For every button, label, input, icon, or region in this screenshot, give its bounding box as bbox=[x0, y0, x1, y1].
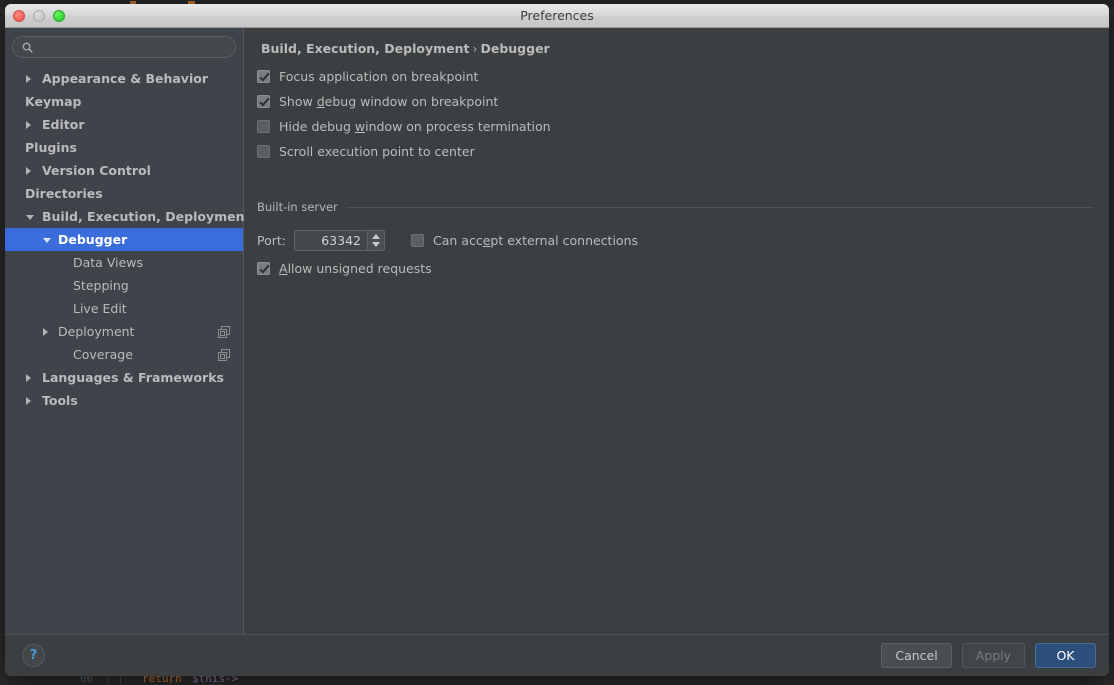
copy-settings-icon[interactable] bbox=[218, 325, 230, 338]
sidebar-item-label: Appearance & Behavior bbox=[42, 71, 208, 86]
allow-unsigned-checkbox-row[interactable]: Allow unsigned requests bbox=[257, 256, 432, 281]
checkbox-label: Scroll execution point to center bbox=[279, 144, 475, 159]
chevron-right-icon[interactable] bbox=[26, 166, 31, 175]
debugger-options-list: Focus application on breakpoint Show debu… bbox=[257, 64, 1097, 164]
sidebar-item-label: Debugger bbox=[58, 232, 128, 247]
breadcrumb-parent: Build, Execution, Deployment bbox=[261, 41, 470, 56]
checkbox-row[interactable]: Focus application on breakpoint bbox=[257, 64, 1097, 89]
checkbox-row[interactable]: Show debug window on breakpoint bbox=[257, 89, 1097, 114]
breadcrumb: Build, Execution, Deployment › Debugger bbox=[261, 41, 550, 56]
preferences-window: Preferences Appearance & Behavior Keymap E… bbox=[5, 4, 1109, 676]
breadcrumb-separator: › bbox=[472, 41, 478, 56]
checkbox-scroll-execution-point-to-center[interactable] bbox=[257, 145, 270, 158]
checkbox-label: Hide debug window on process termination bbox=[279, 119, 551, 134]
settings-sidebar: Appearance & Behavior Keymap Editor Plugins… bbox=[5, 28, 250, 634]
sidebar-item-tools[interactable]: Tools bbox=[5, 389, 243, 412]
sidebar-item-directories[interactable]: Directories bbox=[5, 182, 243, 205]
chevron-right-icon[interactable] bbox=[43, 327, 48, 336]
sidebar-item-build-execution-deployment[interactable]: Build, Execution, Deployment bbox=[5, 205, 250, 228]
port-stepper[interactable] bbox=[294, 230, 385, 251]
external-connections-label: Can accept external connections bbox=[433, 233, 639, 248]
sidebar-item-label: Languages & Frameworks bbox=[42, 370, 224, 385]
allow-unsigned-label: Allow unsigned requests bbox=[279, 261, 432, 276]
sidebar-item-plugins[interactable]: Plugins bbox=[5, 136, 243, 159]
copy-settings-icon[interactable] bbox=[218, 348, 230, 361]
window-title: Preferences bbox=[520, 8, 594, 23]
sidebar-item-live-edit[interactable]: Live Edit bbox=[5, 297, 243, 320]
help-button[interactable]: ? bbox=[22, 644, 45, 667]
sidebar-item-label: Data Views bbox=[73, 255, 143, 270]
external-connections-checkbox[interactable] bbox=[411, 234, 424, 247]
search-container bbox=[5, 28, 243, 64]
cancel-button[interactable]: Cancel bbox=[881, 643, 952, 668]
chevron-down-icon[interactable] bbox=[43, 237, 51, 243]
sidebar-item-label: Version Control bbox=[42, 163, 151, 178]
sidebar-item-label: Plugins bbox=[25, 140, 77, 155]
sidebar-item-label: Editor bbox=[42, 117, 85, 132]
chevron-right-icon[interactable] bbox=[26, 396, 31, 405]
sidebar-item-stepping[interactable]: Stepping bbox=[5, 274, 243, 297]
checkbox-show-debug-window-on-breakpoint[interactable] bbox=[257, 95, 270, 108]
checkbox-focus-application-on-breakpoint[interactable] bbox=[257, 70, 270, 83]
sidebar-item-deployment[interactable]: Deployment bbox=[5, 320, 243, 343]
sidebar-item-coverage[interactable]: Coverage bbox=[5, 343, 243, 366]
external-connections-checkbox-row[interactable]: Can accept external connections bbox=[411, 228, 638, 253]
sidebar-item-editor[interactable]: Editor bbox=[5, 113, 243, 136]
settings-tree: Appearance & Behavior Keymap Editor Plugins… bbox=[5, 64, 250, 412]
checkbox-label: Focus application on breakpoint bbox=[279, 69, 479, 84]
chevron-right-icon[interactable] bbox=[26, 373, 31, 382]
chevron-right-icon[interactable] bbox=[26, 120, 31, 129]
dialog-button-group: Cancel Apply OK bbox=[881, 643, 1096, 668]
checkbox-label: Show debug window on breakpoint bbox=[279, 94, 499, 109]
builtin-server-group-header: Built-in server bbox=[257, 200, 1093, 214]
stepper-down-icon[interactable] bbox=[372, 242, 380, 247]
sidebar-item-label: Build, Execution, Deployment bbox=[42, 209, 251, 224]
port-input[interactable] bbox=[295, 231, 367, 250]
sidebar-item-keymap[interactable]: Keymap bbox=[5, 90, 243, 113]
breadcrumb-current: Debugger bbox=[480, 41, 550, 56]
sidebar-item-label: Directories bbox=[25, 186, 103, 201]
sidebar-item-label: Keymap bbox=[25, 94, 82, 109]
sidebar-item-languages-frameworks[interactable]: Languages & Frameworks bbox=[5, 366, 243, 389]
checkbox-row[interactable]: Scroll execution point to center bbox=[257, 139, 1097, 164]
settings-main-panel: Build, Execution, Deployment › Debugger Fo… bbox=[244, 28, 1109, 634]
port-row: Port: Can accept external connections bbox=[257, 228, 638, 253]
apply-button: Apply bbox=[961, 643, 1025, 668]
sidebar-item-label: Tools bbox=[42, 393, 78, 408]
search-icon bbox=[18, 42, 36, 53]
search-box[interactable] bbox=[12, 36, 236, 58]
stepper-up-icon[interactable] bbox=[372, 234, 380, 239]
dialog-footer: ? Cancel Apply OK bbox=[5, 634, 1109, 676]
ok-button[interactable]: OK bbox=[1035, 643, 1096, 668]
window-titlebar: Preferences bbox=[5, 4, 1109, 28]
port-stepper-arrows[interactable] bbox=[367, 231, 384, 250]
allow-unsigned-checkbox[interactable] bbox=[257, 262, 270, 275]
builtin-server-label: Built-in server bbox=[257, 200, 338, 214]
sidebar-item-label: Coverage bbox=[73, 347, 133, 362]
chevron-right-icon[interactable] bbox=[26, 74, 31, 83]
checkbox-hide-debug-window-on-process-termination[interactable] bbox=[257, 120, 270, 133]
dialog-content: Appearance & Behavior Keymap Editor Plugins… bbox=[5, 28, 1109, 634]
group-separator-rule bbox=[345, 206, 1093, 208]
sidebar-item-debugger[interactable]: Debugger bbox=[5, 228, 243, 251]
search-input[interactable] bbox=[36, 39, 235, 55]
ide-gutter-line bbox=[108, 676, 109, 684]
sidebar-item-label: Live Edit bbox=[73, 301, 127, 316]
checkbox-row[interactable]: Hide debug window on process termination bbox=[257, 114, 1097, 139]
sidebar-item-label: Deployment bbox=[58, 324, 135, 339]
port-label: Port: bbox=[257, 233, 286, 248]
sidebar-item-version-control[interactable]: Version Control bbox=[5, 159, 243, 182]
sidebar-item-label: Stepping bbox=[73, 278, 129, 293]
sidebar-item-data-views[interactable]: Data Views bbox=[5, 251, 243, 274]
chevron-down-icon[interactable] bbox=[26, 214, 34, 220]
sidebar-item-appearance-behavior[interactable]: Appearance & Behavior bbox=[5, 67, 243, 90]
ide-gutter-line bbox=[120, 676, 121, 684]
